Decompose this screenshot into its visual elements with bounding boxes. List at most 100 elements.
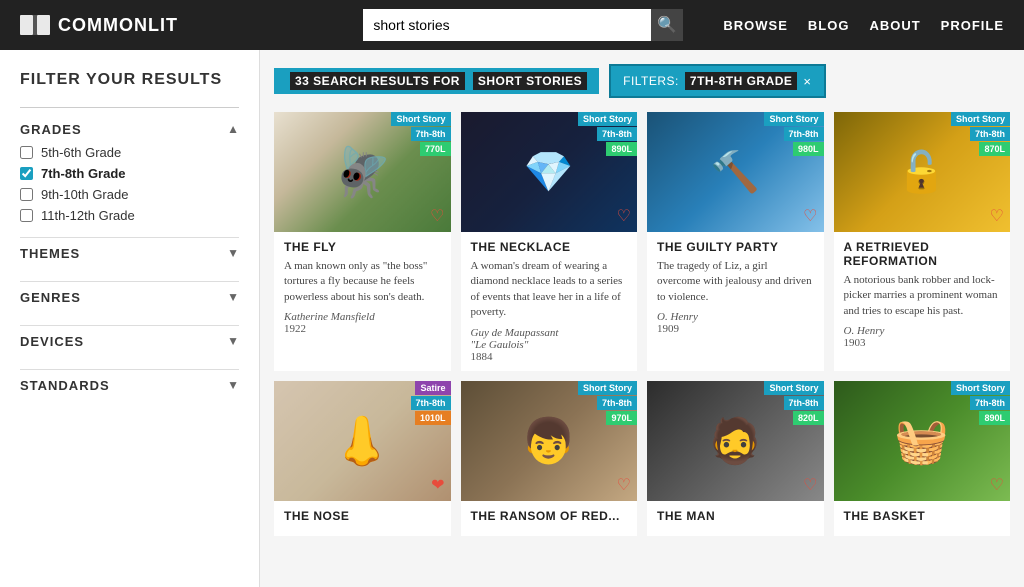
card-man[interactable]: Short Story 7th-8th 820L ♡ THE MAN — [647, 381, 824, 536]
grade-5th6th-label[interactable]: 5th-6th Grade — [41, 145, 121, 160]
grade-7th8th-label[interactable]: 7th-8th Grade — [41, 166, 126, 181]
card-guilty[interactable]: Short Story 7th-8th 980L ♡ THE GUILTY PA… — [647, 112, 824, 371]
grade-11th12th-checkbox[interactable] — [20, 209, 33, 222]
search-icon: 🔍 — [657, 15, 677, 35]
card-basket-image: Short Story 7th-8th 890L ♡ — [834, 381, 1011, 501]
card-necklace[interactable]: Short Story 7th-8th 890L ♡ THE NECKLACE … — [461, 112, 638, 371]
card-necklace-year: 1884 — [471, 351, 628, 363]
heart-icon[interactable]: ❤ — [431, 475, 444, 495]
card-necklace-author: Guy de Maupassant — [471, 327, 628, 339]
standards-section: STANDARDS ▼ — [20, 369, 239, 401]
logo[interactable]: COMMONLIT — [20, 13, 178, 37]
badge-type: Short Story — [764, 112, 823, 126]
badge-type: Short Story — [391, 112, 450, 126]
grades-list: 5th-6th Grade 7th-8th Grade 9th-10th Gra… — [20, 145, 239, 223]
genres-chevron-icon: ▼ — [227, 290, 239, 305]
card-retrieved[interactable]: Short Story 7th-8th 870L ♡ A RETRIEVED R… — [834, 112, 1011, 371]
card-man-title: THE MAN — [657, 509, 814, 523]
grade-9th10th-checkbox[interactable] — [20, 188, 33, 201]
nav-about[interactable]: ABOUT — [869, 18, 920, 33]
grade-item-7th8th: 7th-8th Grade — [20, 166, 239, 181]
card-guilty-body: THE GUILTY PARTY The tragedy of Liz, a g… — [647, 232, 824, 343]
card-retrieved-title: A RETRIEVED REFORMATION — [844, 240, 1001, 268]
header: COMMONLIT 🔍 BROWSE BLOG ABOUT PROFILE — [0, 0, 1024, 50]
card-fly[interactable]: Short Story 7th-8th 770L ♡ THE FLY A man… — [274, 112, 451, 371]
standards-title: STANDARDS — [20, 378, 110, 393]
badge-grade: 7th-8th — [411, 127, 451, 141]
grade-7th8th-checkbox[interactable] — [20, 167, 33, 180]
grade-5th6th-checkbox[interactable] — [20, 146, 33, 159]
card-fly-image: Short Story 7th-8th 770L ♡ — [274, 112, 451, 232]
grade-9th10th-label[interactable]: 9th-10th Grade — [41, 187, 128, 202]
results-highlight: SHORT STORIES — [473, 72, 587, 90]
sidebar: FILTER YOUR RESULTS GRADES ▲ 5th-6th Gra… — [0, 50, 260, 587]
card-retrieved-badges: Short Story 7th-8th 870L — [951, 112, 1010, 156]
themes-section-header[interactable]: THEMES ▼ — [20, 237, 239, 269]
search-area: 🔍 — [363, 9, 683, 41]
card-necklace-publication: "Le Gaulois" — [471, 339, 628, 351]
search-input[interactable] — [363, 9, 651, 41]
filter-title: FILTER YOUR RESULTS — [20, 70, 239, 91]
card-necklace-body: THE NECKLACE A woman's dream of wearing … — [461, 232, 638, 371]
filter-badge: FILTERS: 7TH-8TH GRADE × — [609, 64, 825, 98]
grade-11th12th-label[interactable]: 11th-12th Grade — [41, 208, 135, 223]
card-fly-title: THE FLY — [284, 240, 441, 254]
filter-remove-button[interactable]: × — [803, 74, 811, 89]
grades-title: GRADES — [20, 122, 82, 137]
badge-type: Short Story — [578, 112, 637, 126]
search-button[interactable]: 🔍 — [651, 9, 683, 41]
badge-grade: 7th-8th — [597, 396, 637, 410]
card-ransom[interactable]: Short Story 7th-8th 970L ♡ THE RANSOM OF… — [461, 381, 638, 536]
badge-grade: 7th-8th — [970, 396, 1010, 410]
card-guilty-badges: Short Story 7th-8th 980L — [764, 112, 823, 156]
badge-grade: 7th-8th — [784, 127, 824, 141]
card-nose-body: THE NOSE — [274, 501, 451, 536]
results-bar: 33 SEARCH RESULTS FOR SHORT STORIES FILT… — [274, 64, 1010, 98]
card-ransom-image: Short Story 7th-8th 970L ♡ — [461, 381, 638, 501]
grade-item-9th10th: 9th-10th Grade — [20, 187, 239, 202]
heart-icon[interactable]: ♡ — [803, 206, 817, 226]
badge-lexile: 1010L — [415, 411, 451, 425]
card-basket[interactable]: Short Story 7th-8th 890L ♡ THE BASKET — [834, 381, 1011, 536]
themes-section: THEMES ▼ — [20, 237, 239, 269]
card-guilty-year: 1909 — [657, 323, 814, 335]
card-guilty-title: THE GUILTY PARTY — [657, 240, 814, 254]
card-ransom-body: THE RANSOM OF RED... — [461, 501, 638, 536]
card-nose[interactable]: Satire 7th-8th 1010L ❤ THE NOSE — [274, 381, 451, 536]
badge-grade: 7th-8th — [597, 127, 637, 141]
heart-icon[interactable]: ♡ — [990, 475, 1004, 495]
standards-section-header[interactable]: STANDARDS ▼ — [20, 369, 239, 401]
devices-section: DEVICES ▼ — [20, 325, 239, 357]
heart-icon[interactable]: ♡ — [990, 206, 1004, 226]
card-man-image: Short Story 7th-8th 820L ♡ — [647, 381, 824, 501]
filter-badge-label: FILTERS: — [623, 74, 679, 88]
card-necklace-desc: A woman's dream of wearing a diamond nec… — [471, 259, 628, 321]
heart-icon[interactable]: ♡ — [430, 206, 444, 226]
card-basket-title: THE BASKET — [844, 509, 1001, 523]
badge-lexile: 970L — [606, 411, 637, 425]
heart-icon[interactable]: ♡ — [617, 475, 631, 495]
card-man-body: THE MAN — [647, 501, 824, 536]
badge-lexile: 820L — [793, 411, 824, 425]
card-retrieved-desc: A notorious bank robber and lock-picker … — [844, 273, 1001, 319]
grades-section-header[interactable]: GRADES ▲ — [20, 122, 239, 137]
card-basket-body: THE BASKET — [834, 501, 1011, 536]
themes-title: THEMES — [20, 246, 80, 261]
results-count-text: 33 SEARCH RESULTS FOR — [290, 72, 465, 90]
nav-blog[interactable]: BLOG — [808, 18, 850, 33]
nav-browse[interactable]: BROWSE — [723, 18, 788, 33]
badge-type: Short Story — [764, 381, 823, 395]
card-retrieved-image: Short Story 7th-8th 870L ♡ — [834, 112, 1011, 232]
badge-type: Short Story — [951, 381, 1010, 395]
card-retrieved-author: O. Henry — [844, 325, 1001, 337]
devices-section-header[interactable]: DEVICES ▼ — [20, 325, 239, 357]
genres-section-header[interactable]: GENRES ▼ — [20, 281, 239, 313]
nav-profile[interactable]: PROFILE — [941, 18, 1004, 33]
badge-type: Satire — [415, 381, 450, 395]
heart-icon[interactable]: ♡ — [803, 475, 817, 495]
heart-icon[interactable]: ♡ — [617, 206, 631, 226]
card-nose-title: THE NOSE — [284, 509, 441, 523]
card-ransom-title: THE RANSOM OF RED... — [471, 509, 628, 523]
genres-section: GENRES ▼ — [20, 281, 239, 313]
standards-chevron-icon: ▼ — [227, 378, 239, 393]
